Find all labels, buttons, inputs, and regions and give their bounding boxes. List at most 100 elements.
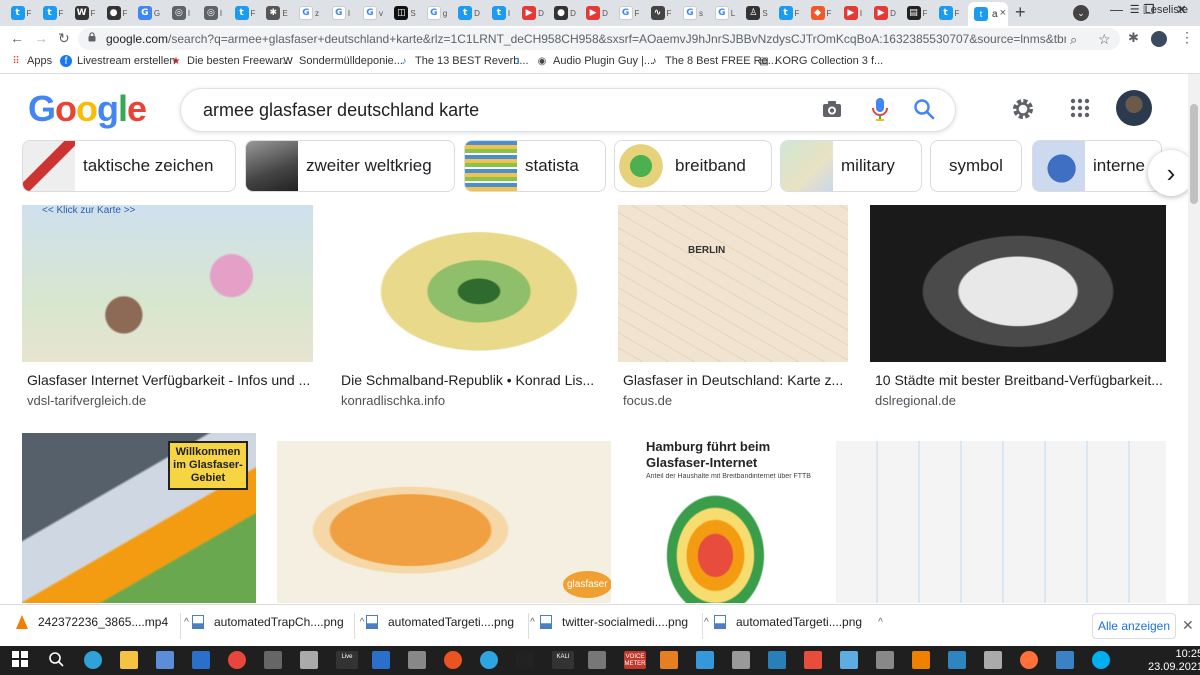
result-title[interactable]: Glasfaser Internet Verfügbarkeit - Infos… [27,372,318,388]
active-tab[interactable]: t a × [968,2,1008,26]
chevron-up-icon[interactable]: ^ [184,617,189,628]
browser-tab[interactable]: Gg [422,3,452,23]
back-icon[interactable]: ← [10,30,24,46]
browser-tab[interactable]: ▶ D [582,3,612,23]
browser-tab[interactable]: Gv [358,3,388,23]
browser-menu-icon[interactable]: ⋮ [1180,29,1194,46]
browser-tab[interactable]: Gs [678,3,708,23]
browser-tab[interactable]: ◫ S [390,3,420,23]
app-icon[interactable] [300,651,318,669]
chevron-up-icon[interactable]: ^ [878,617,883,628]
close-tab-icon[interactable]: × [1000,7,1006,19]
browser-tab[interactable]: GG [134,3,164,23]
browser-tab[interactable]: WF [70,3,100,23]
ubuntu-icon[interactable] [444,651,462,669]
bookmark-star-icon[interactable]: ☆ [1098,31,1111,48]
app-icon[interactable] [732,651,750,669]
windows-start-icon[interactable] [12,651,30,669]
result-source[interactable]: vdsl-tarifvergleich.de [27,393,146,408]
app-icon[interactable] [984,651,1002,669]
app-icon[interactable] [408,651,426,669]
address-bar[interactable]: google.com/search?q=armee+glasfaser+deut… [78,28,1120,50]
download-item[interactable]: twitter-socialmedi....png ^ [540,615,709,629]
download-item[interactable]: automatedTrapCh....png ^ [192,615,364,629]
result-thumbnail[interactable]: << Klick zur Karte >> [22,205,313,362]
image-result[interactable]: BERLIN Glasfaser in Deutschland: Karte z.… [618,205,848,412]
download-item[interactable]: automatedTargeti....png ^ [714,615,883,629]
scroll-thumb[interactable] [1190,104,1198,204]
app-icon[interactable] [1056,651,1074,669]
browser-tab[interactable]: tF [38,3,68,23]
zoom-icon[interactable]: ⌕ [1070,32,1077,48]
app-icon[interactable] [876,651,894,669]
browser-tab[interactable]: ◆ F [806,3,836,23]
image-result[interactable]: Hamburg führt beim Glasfaser-Internet Ant… [634,433,815,603]
related-search-chip[interactable]: statista [464,140,606,192]
bookmark-item[interactable]: t [512,55,529,67]
browser-tab[interactable]: ▶ I [838,3,868,23]
related-search-chip[interactable]: interne [1032,140,1162,192]
result-thumbnail[interactable]: Willkommen im Glasfaser-Gebiet [22,433,256,603]
chrome-icon[interactable] [228,651,246,669]
result-thumbnail[interactable] [336,205,596,362]
app-icon[interactable] [696,651,714,669]
tab-search-button[interactable]: ⌄ [1073,5,1089,21]
browser-tab[interactable]: ∿ F [646,3,676,23]
mail-icon[interactable] [192,651,210,669]
bookmark-item[interactable]: f Livestream erstellen [60,55,175,67]
account-avatar[interactable] [1116,90,1152,126]
result-thumbnail[interactable]: glasfaser [277,441,611,603]
result-source[interactable]: focus.de [623,393,672,408]
bookmark-item[interactable]: ⠿ Apps [10,55,52,67]
app-icon[interactable] [588,651,606,669]
result-title[interactable]: 10 Städte mit bester Breitband-Verfügbar… [875,372,1171,388]
bookmark-item[interactable]: ♪ The 13 BEST Reverb... [398,55,529,67]
browser-tab[interactable]: tF [774,3,804,23]
file-explorer-icon[interactable] [120,651,138,669]
google-logo[interactable]: Google [28,88,147,130]
search-icon[interactable] [913,98,935,120]
related-search-chip[interactable]: zweiter weltkrieg [245,140,455,192]
result-thumbnail[interactable] [836,441,1166,603]
camera-icon[interactable] [821,98,843,120]
download-item[interactable]: automatedTargeti....png ^ [366,615,535,629]
image-result[interactable]: << Klick zur Karte >> Glasfaser Internet … [22,205,313,412]
app-icon[interactable] [660,651,678,669]
related-search-chip[interactable]: breitband [614,140,772,192]
result-title[interactable]: Die Schmalband-Republik • Konrad Lis... [341,372,601,388]
settings-gear-icon[interactable] [1010,96,1036,122]
related-search-chip[interactable]: symbol [930,140,1022,192]
browser-tab[interactable]: tF [6,3,36,23]
browser-tab[interactable]: ▶ D [518,3,548,23]
bookmark-item[interactable]: ◉ Audio Plugin Guy |... [536,55,653,67]
minimize-button[interactable]: — [1110,2,1123,17]
browser-tab[interactable]: tD [454,3,484,23]
system-clock[interactable]: 10:25 23.09.2021 [1148,648,1200,674]
bookmark-item[interactable]: W Sondermülldeponie... [282,55,403,67]
chevron-up-icon[interactable]: ^ [704,617,709,628]
browser-tab[interactable]: ♙ S [742,3,772,23]
app-icon[interactable] [768,651,786,669]
search-box[interactable]: armee glasfaser deutschland karte [180,88,956,132]
chevron-up-icon[interactable]: ^ [360,617,365,628]
show-all-downloads-button[interactable]: Alle anzeigen [1092,613,1176,639]
related-search-chip[interactable]: military [780,140,922,192]
page-scrollbar[interactable] [1188,74,1200,604]
browser-tab[interactable]: tF [934,3,964,23]
browser-tab[interactable]: ● F [102,3,132,23]
bookmark-item[interactable]: ★ Die besten Freewar... [170,55,292,67]
browser-tab[interactable]: ◎ I [166,3,196,23]
telegram-icon[interactable] [480,651,498,669]
image-result[interactable] [836,441,1166,603]
image-result[interactable]: glasfaser [277,441,611,603]
browser-tab[interactable]: ● D [550,3,580,23]
result-source[interactable]: konradlischka.info [341,393,445,408]
browser-tab[interactable]: GI [326,3,356,23]
google-apps-icon[interactable] [1070,98,1090,118]
browser-tab[interactable]: ✱ E [262,3,292,23]
bookmark-item[interactable]: ▤ KORG Collection 3 f... [758,55,883,67]
app-icon[interactable] [804,651,822,669]
profile-avatar-small[interactable] [1151,31,1167,47]
live-icon[interactable]: Live [336,651,358,669]
result-title[interactable]: Glasfaser in Deutschland: Karte z... [623,372,853,388]
